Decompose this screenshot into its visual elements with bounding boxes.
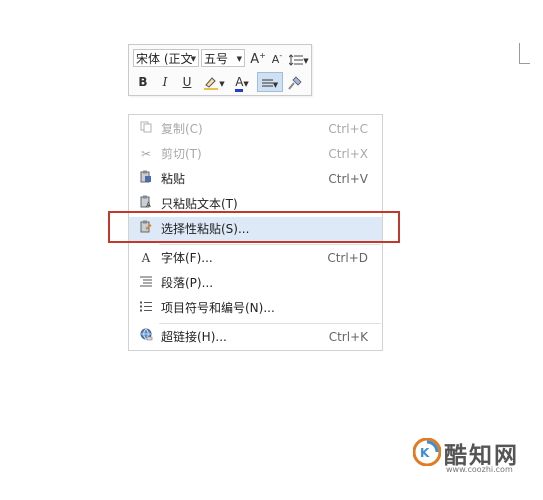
menu-item-shortcut: Ctrl+V — [328, 172, 368, 186]
paste-icon — [138, 167, 154, 192]
menu-item-label: 项目符号和编号(N)... — [161, 301, 275, 315]
menu-item-shortcut: Ctrl+K — [328, 330, 368, 344]
mini-format-toolbar: 宋体 (正文 ▼ 五号 ▼ A+ A- ▼ B I U ▼ A▼ ▼ — [128, 44, 312, 96]
font-color-button[interactable]: A▼ — [230, 72, 254, 92]
menu-separator — [159, 244, 381, 245]
menu-item-label: 剪切(T) — [161, 147, 202, 161]
chevron-down-icon: ▼ — [219, 80, 225, 88]
align-button[interactable]: ▼ — [257, 72, 283, 92]
hyperlink-icon — [138, 325, 154, 350]
highlighter-icon — [204, 76, 219, 90]
menu-item-copy[interactable]: 复制(C) Ctrl+C — [129, 117, 382, 142]
menu-item-font[interactable]: A 字体(F)... Ctrl+D — [129, 246, 382, 271]
menu-item-label: 复制(C) — [161, 122, 203, 136]
menu-item-label: 超链接(H)... — [161, 330, 227, 344]
grow-font-button[interactable]: A+ — [250, 49, 266, 69]
scissors-icon: ✂ — [140, 147, 152, 161]
underline-button[interactable]: U — [179, 72, 195, 92]
paragraph-icon — [138, 271, 154, 296]
menu-item-shortcut: Ctrl+C — [328, 122, 368, 136]
bullet-list-icon — [138, 296, 154, 321]
menu-item-bullets-numbering[interactable]: 项目符号和编号(N)... — [129, 296, 382, 321]
grow-font-icon: A — [250, 52, 260, 67]
align-justify-icon — [261, 79, 273, 86]
format-painter-button[interactable] — [286, 72, 304, 92]
copy-icon — [138, 117, 154, 142]
menu-item-shortcut: Ctrl+X — [328, 147, 368, 161]
line-spacing-icon — [288, 53, 304, 66]
chevron-down-icon: ▼ — [236, 55, 242, 63]
watermark-url: www.coozhi.com — [446, 465, 513, 474]
menu-item-label: 字体(F)... — [161, 251, 213, 265]
font-name-value: 宋体 (正文 — [136, 52, 193, 66]
chevron-down-icon: ▼ — [272, 81, 279, 89]
menu-item-paragraph[interactable]: 段落(P)... — [129, 271, 382, 296]
menu-item-cut[interactable]: ✂ 剪切(T) Ctrl+X — [129, 142, 382, 167]
page-corner-mark — [519, 43, 530, 64]
bold-button[interactable]: B — [135, 72, 151, 92]
italic-button[interactable]: I — [157, 72, 173, 92]
chevron-down-icon: ▼ — [243, 80, 249, 88]
format-painter-icon — [288, 75, 302, 90]
annotation-highlight-box — [108, 211, 400, 243]
font-icon: A — [141, 251, 151, 265]
font-size-dropdown[interactable]: 五号 ▼ — [201, 49, 245, 67]
chevron-down-icon: ▼ — [303, 57, 309, 65]
svg-text:K: K — [420, 446, 430, 460]
menu-item-shortcut: Ctrl+D — [327, 251, 368, 265]
menu-item-label: 粘贴 — [161, 172, 186, 186]
menu-item-paste[interactable]: 粘贴 Ctrl+V — [129, 167, 382, 192]
chevron-down-icon: ▼ — [190, 55, 196, 63]
font-size-value: 五号 — [204, 52, 229, 66]
line-spacing-button[interactable]: ▼ — [288, 49, 310, 69]
coozhi-logo-icon: K — [413, 438, 441, 466]
shrink-font-button[interactable]: A- — [269, 49, 285, 69]
svg-text:A: A — [146, 201, 151, 208]
menu-separator — [159, 323, 381, 324]
menu-item-label: 段落(P)... — [161, 276, 214, 290]
highlight-color-button[interactable]: ▼ — [201, 72, 227, 92]
menu-item-hyperlink[interactable]: 超链接(H)... Ctrl+K — [129, 325, 382, 350]
font-name-dropdown[interactable]: 宋体 (正文 ▼ — [133, 49, 199, 67]
